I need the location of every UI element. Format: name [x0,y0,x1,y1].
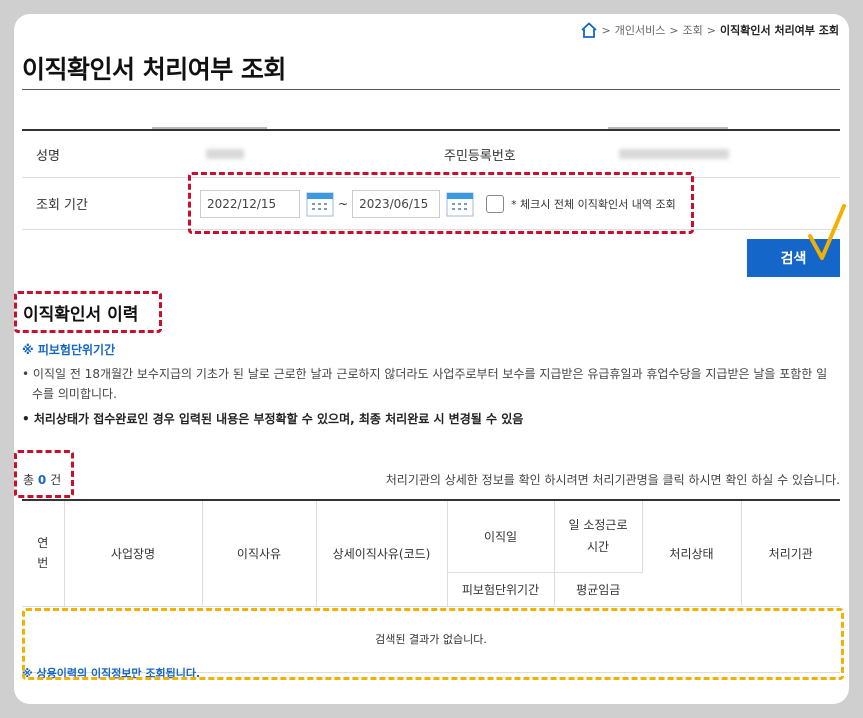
col-avg-wage: 평균임금 [554,572,642,607]
home-icon[interactable] [580,22,598,38]
name-value-redacted [206,149,244,159]
chevron-right-icon: > [706,23,717,37]
breadcrumb: > 개인서비스 > 조회 > 이직확인서 처리여부 조회 [580,20,839,40]
col-work-hours: 일 소정근로 시간 [554,500,643,573]
note-heading: ※ 피보험단위기간 [22,343,116,357]
breadcrumb-item[interactable]: 개인서비스 [615,22,666,38]
col-agency: 처리기관 [741,500,840,607]
name-label: 성명 [36,148,60,164]
page-card: > 개인서비스 > 조회 > 이직확인서 처리여부 조회 이직확인서 처리여부 … [14,14,849,704]
description-line: • 이직일 전 18개월간 보수지급의 기초가 된 날로 근로한 날과 근로하지… [22,367,828,401]
chevron-right-icon: > [601,23,611,37]
checkmark-icon [808,204,846,260]
breadcrumb-item[interactable]: 조회 [683,22,703,38]
col-detail-reason: 상세이직사유(코드) [316,500,448,607]
agency-info: 처리기관의 상세한 정보를 확인 하시려면 처리기관명을 클릭 하시면 확인 하… [385,473,840,487]
highlight-period [188,172,694,234]
col-leave-date: 이직일 [447,500,555,573]
col-insured-period: 피보험단위기간 [447,572,555,607]
status-warning: • 처리상태가 접수완료인 경우 입력된 내용은 부정확할 수 있으며, 최종 … [22,412,524,426]
col-reason: 이직사유 [202,500,317,607]
form-row-identity: 성명 주민등록번호 [22,131,840,178]
description: • 이직일 전 18개월간 보수지급의 기초가 된 날로 근로한 날과 근로하지… [22,364,834,429]
highlight-empty-result [22,608,844,680]
title-divider [22,89,840,90]
breadcrumb-current: 이직확인서 처리여부 조회 [720,24,839,37]
rrn-label: 주민등록번호 [444,148,516,164]
highlight-section-title [14,291,162,333]
col-no: 연 번 [22,500,65,607]
highlight-count [14,450,74,498]
page-title: 이직확인서 처리여부 조회 [22,55,286,84]
period-label: 조회 기간 [36,198,88,213]
rrn-value-redacted [619,149,729,159]
col-company: 사업장명 [64,500,203,607]
chevron-right-icon: > [669,23,679,37]
col-status: 처리상태 [642,500,742,607]
